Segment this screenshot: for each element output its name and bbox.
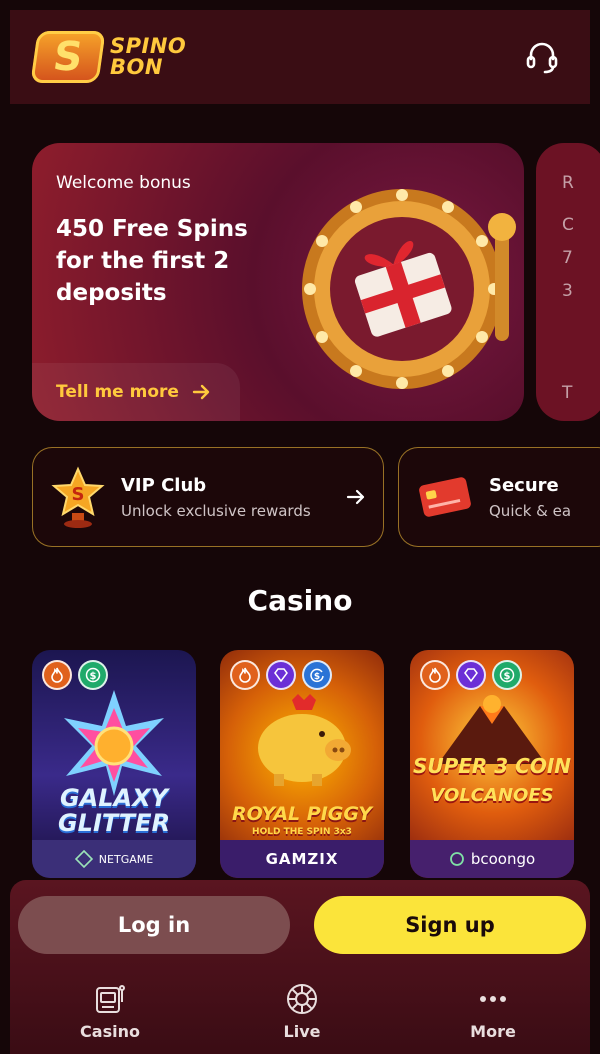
provider-name: NETGAME [98, 852, 154, 866]
slot-machine-icon [96, 985, 125, 1013]
peek-text: 3 [562, 281, 573, 301]
peek-text: C [562, 215, 574, 235]
arrow-right-icon [192, 384, 210, 400]
game-title: ROYAL PIGGY HOLD THE SPIN 3x3 [220, 802, 384, 838]
tell-me-more-label: Tell me more [56, 382, 179, 402]
provider-label: bcoongo [410, 840, 574, 878]
secure-payments-card[interactable]: Secure Quick & ea [398, 447, 600, 547]
game-card-super-3-coin-volcanoes[interactable]: $ SUPER 3 COIN VOLCANOES bcoongo [410, 650, 574, 878]
provider-label: GAMZIX [220, 840, 384, 878]
dollar-icon: $ [492, 660, 522, 690]
fire-icon [420, 660, 450, 690]
vip-club-card[interactable]: S VIP Club Unlock exclusive rewards [32, 447, 384, 547]
nav-more[interactable]: More [433, 982, 553, 1046]
game-title-line: GLITTER [57, 809, 171, 837]
welcome-bonus-banner[interactable]: Welcome bonus 450 Free Spins for the fir… [32, 143, 524, 421]
logo-wordmark: SPINO BON [110, 36, 186, 78]
peek-text: T [562, 383, 573, 403]
svg-text:$: $ [90, 671, 97, 682]
logo-line-2: BON [110, 55, 163, 79]
secure-title: Secure [489, 474, 559, 496]
golden-pig-art [258, 694, 351, 786]
arrow-right-icon [346, 489, 365, 505]
promo-headline: 450 Free Spins for the first 2 deposits [56, 216, 248, 306]
fire-icon [230, 660, 260, 690]
game-title-line: ROYAL PIGGY [232, 803, 372, 825]
casino-section-title: Casino [247, 584, 353, 617]
game-card-royal-piggy[interactable]: $ ROYAL PIGGY HOLD THE SPIN 3x3 GAMZIX [220, 650, 384, 878]
booongo-logo-icon [449, 852, 464, 866]
peek-text: R [562, 173, 574, 193]
provider-name: bcoongo [470, 850, 536, 868]
login-button[interactable]: Log in [18, 896, 290, 954]
bottom-bar: Log in Sign up Casino Live More [10, 880, 590, 1054]
more-dots-icon [480, 996, 506, 1002]
brand-logo[interactable]: S SPINO BON [30, 31, 186, 83]
netgame-logo-icon [74, 850, 93, 868]
svg-text:S: S [72, 484, 85, 505]
slot-wheel-gift-icon [302, 189, 516, 389]
provider-name: GAMZIX [265, 850, 339, 868]
diamond-icon [456, 660, 486, 690]
credit-card-icon [419, 477, 471, 517]
nav-more-label: More [470, 1022, 516, 1041]
peek-text: 7 [562, 248, 573, 268]
tell-me-more-link[interactable]: Tell me more [32, 363, 240, 421]
game-badges: $ [230, 660, 332, 690]
dollar-icon: $ [78, 660, 108, 690]
logo-mark: S [30, 31, 106, 83]
headset-icon[interactable] [524, 39, 560, 75]
secure-subtitle: Quick & ea [489, 501, 572, 520]
next-promo-card[interactable]: R C 7 3 T [536, 143, 600, 421]
spin-dollar-icon: $ [302, 660, 332, 690]
vip-trophy-icon: S [51, 466, 105, 528]
vip-club-subtitle: Unlock exclusive rewards [121, 501, 311, 520]
logo-line-1: SPINO [110, 34, 187, 58]
gem-star-art [64, 690, 164, 796]
svg-text:$: $ [314, 672, 320, 682]
game-title: SUPER 3 COIN VOLCANOES [410, 754, 574, 808]
game-title-line: GALAXY [59, 784, 169, 812]
diamond-icon [266, 660, 296, 690]
game-title-line: HOLD THE SPIN 3x3 [252, 827, 352, 837]
nav-casino[interactable]: Casino [50, 982, 170, 1046]
fire-icon [42, 660, 72, 690]
game-title-line: SUPER 3 COIN [412, 754, 572, 778]
signup-button[interactable]: Sign up [314, 896, 586, 954]
promo-eyebrow: Welcome bonus [56, 173, 191, 193]
game-badges: $ [42, 660, 108, 690]
game-badges: $ [420, 660, 522, 690]
nav-live[interactable]: Live [242, 982, 362, 1046]
nav-casino-label: Casino [80, 1022, 140, 1041]
provider-label: NETGAME [32, 840, 196, 878]
vip-club-title: VIP Club [121, 474, 207, 496]
svg-text:$: $ [504, 671, 511, 682]
game-card-galaxy-glitter[interactable]: $ GALAXY GLITTER NETGAME [32, 650, 196, 878]
game-title-line: VOLCANOES [430, 785, 554, 806]
app-header: S SPINO BON [10, 10, 590, 104]
nav-live-label: Live [283, 1022, 321, 1041]
roulette-icon [287, 984, 317, 1014]
game-title: GALAXY GLITTER [32, 786, 196, 836]
